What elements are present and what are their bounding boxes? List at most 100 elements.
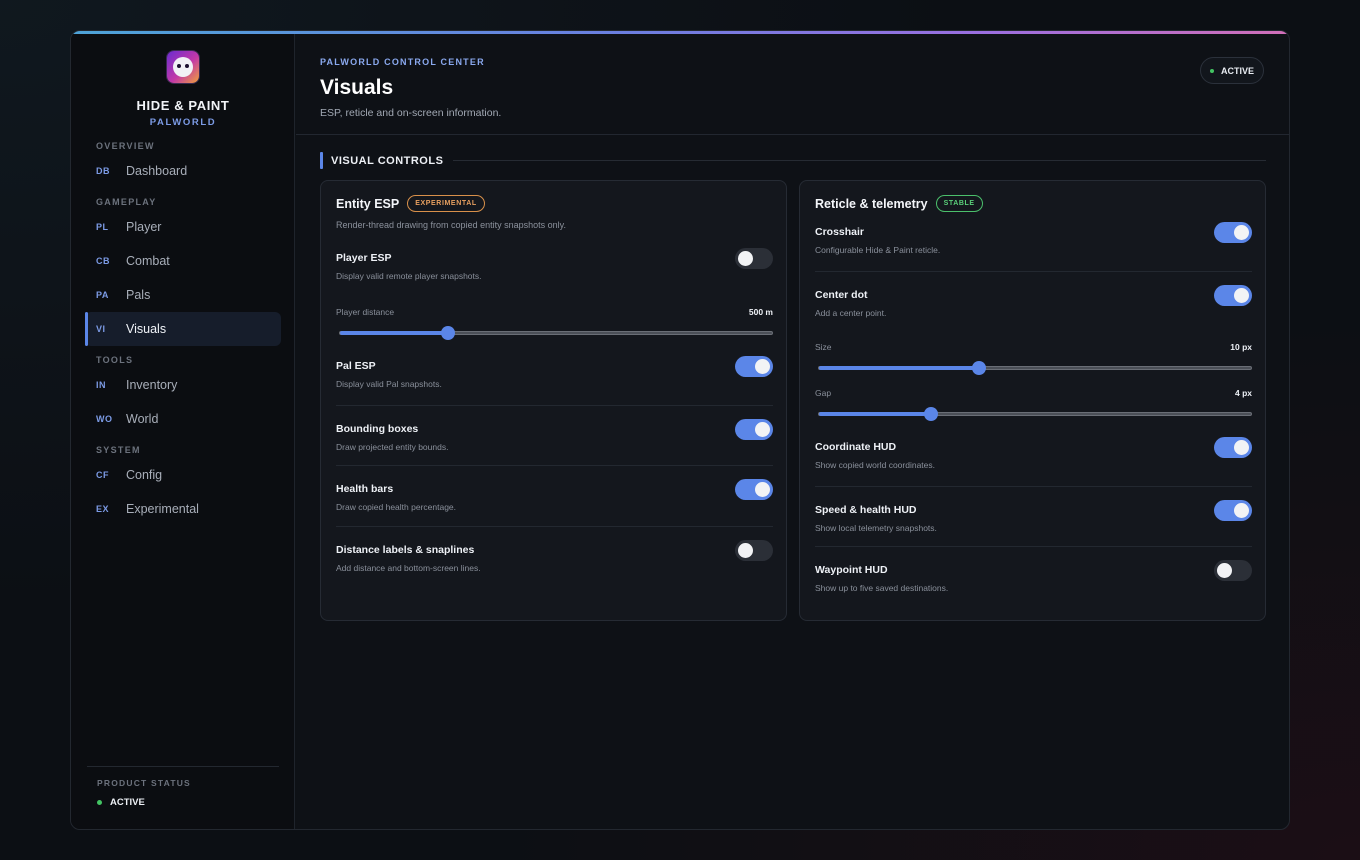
sidebar-item-label: Dashboard: [126, 164, 188, 178]
crosshair-toggle[interactable]: [1214, 222, 1252, 243]
setting-description: Draw projected entity bounds.: [336, 442, 449, 452]
nav-code: CF: [96, 470, 109, 480]
brand-title: HIDE & PAINT: [136, 98, 230, 113]
size-slider[interactable]: [818, 361, 1252, 375]
status-text: ACTIVE: [110, 797, 145, 808]
gap-slider-row: Gap 4 px: [815, 388, 1252, 421]
toggle-knob: [755, 482, 770, 497]
slider-value: 4 px: [1234, 388, 1252, 398]
sidebar-item-player[interactable]: PL Player: [85, 210, 281, 244]
nav-group-tools: TOOLS: [96, 355, 134, 365]
status-badge-label: ACTIVE: [1220, 65, 1254, 76]
page-kicker: PALWORLD CONTROL CENTER: [320, 57, 485, 67]
bounding-boxes-toggle[interactable]: [735, 419, 773, 440]
setting-description: Configurable Hide & Paint reticle.: [815, 245, 941, 255]
setting-description: Show up to five saved destinations.: [815, 583, 949, 593]
sidebar-item-world[interactable]: WO World: [85, 402, 281, 436]
player-distance-slider[interactable]: [339, 326, 773, 340]
status-dot-icon: [97, 800, 102, 805]
slider-value: 10 px: [1230, 342, 1252, 352]
setting-title: Health bars: [336, 483, 394, 495]
sidebar-item-combat[interactable]: CB Combat: [85, 244, 281, 278]
sidebar-item-dashboard[interactable]: DB Dashboard: [85, 154, 281, 188]
coordinate-hud-toggle[interactable]: [1214, 437, 1252, 458]
setting-description: Display valid Pal snapshots.: [336, 379, 442, 389]
sidebar-item-experimental[interactable]: EX Experimental: [85, 492, 281, 526]
setting-title: Speed & health HUD: [815, 504, 917, 516]
stable-badge: STABLE: [935, 195, 983, 212]
sidebar-item-label: World: [126, 412, 159, 426]
nav-code: VI: [96, 324, 106, 334]
slider-thumb[interactable]: [441, 326, 455, 340]
nav-code: CB: [96, 256, 110, 266]
health-bars-toggle[interactable]: [735, 479, 773, 500]
nav-code: PL: [96, 222, 109, 232]
main-content: PALWORLD CONTROL CENTER Visuals ESP, ret…: [296, 34, 1289, 829]
reticle-telemetry-card: Reticle & telemetry STABLE Crosshair Con…: [799, 180, 1266, 621]
setting-crosshair: Crosshair Configurable Hide & Paint reti…: [815, 222, 1252, 255]
nav-group-system: SYSTEM: [96, 445, 141, 455]
sidebar-item-label: Pals: [126, 288, 151, 302]
center-dot-toggle[interactable]: [1214, 285, 1252, 306]
entity-esp-card: Entity ESP EXPERIMENTAL Render-thread dr…: [320, 180, 787, 621]
setting-distance-labels: Distance labels & snaplines Add distance…: [336, 540, 773, 573]
slider-fill: [340, 331, 448, 335]
sidebar-item-label: Combat: [126, 254, 170, 268]
setting-bounding-boxes: Bounding boxes Draw projected entity bou…: [336, 419, 773, 452]
pal-esp-toggle[interactable]: [735, 356, 773, 377]
section-header: VISUAL CONTROLS: [320, 152, 1266, 169]
toggle-knob: [1234, 288, 1249, 303]
page-title: Visuals: [320, 76, 394, 99]
card-description: Render-thread drawing from copied entity…: [336, 220, 566, 230]
setting-title: Waypoint HUD: [815, 564, 888, 576]
card-title-row: Reticle & telemetry STABLE: [815, 195, 983, 212]
setting-description: Display valid remote player snapshots.: [336, 271, 482, 281]
sidebar-item-label: Inventory: [126, 378, 178, 392]
setting-health-bars: Health bars Draw copied health percentag…: [336, 479, 773, 512]
setting-center-dot: Center dot Add a center point.: [815, 285, 1252, 318]
status-badge[interactable]: ACTIVE: [1200, 57, 1264, 84]
sidebar-item-config[interactable]: CF Config: [85, 458, 281, 492]
nav-code: IN: [96, 380, 106, 390]
sidebar-item-visuals[interactable]: VI Visuals: [85, 312, 281, 346]
slider-label: Gap: [815, 388, 832, 398]
sidebar-item-label: Visuals: [126, 322, 167, 336]
setting-title: Distance labels & snaplines: [336, 544, 475, 556]
section-accent-bar: [320, 152, 323, 169]
toggle-knob: [738, 543, 753, 558]
row-divider: [336, 465, 773, 466]
toggle-knob: [1234, 503, 1249, 518]
gap-slider[interactable]: [818, 407, 1252, 421]
nav-code: EX: [96, 504, 110, 514]
setting-title: Coordinate HUD: [815, 441, 897, 453]
section-title: VISUAL CONTROLS: [331, 154, 444, 167]
setting-title: Crosshair: [815, 226, 865, 238]
setting-description: Show copied world coordinates.: [815, 460, 936, 470]
slider-thumb[interactable]: [924, 407, 939, 421]
slider-thumb[interactable]: [971, 361, 986, 375]
sidebar-item-inventory[interactable]: IN Inventory: [85, 368, 281, 402]
brand-subtitle: PALWORLD: [149, 117, 217, 128]
setting-title: Bounding boxes: [336, 423, 419, 435]
row-divider: [815, 546, 1252, 547]
waypoint-hud-toggle[interactable]: [1214, 560, 1252, 581]
setting-title: Pal ESP: [336, 360, 376, 372]
distance-labels-toggle[interactable]: [735, 540, 773, 561]
page-subtitle: ESP, reticle and on-screen information.: [320, 107, 502, 119]
card-title-row: Entity ESP EXPERIMENTAL: [336, 195, 485, 212]
experimental-badge: EXPERIMENTAL: [407, 195, 485, 212]
sidebar-item-label: Experimental: [126, 502, 199, 516]
nav-code: PA: [96, 290, 109, 300]
slider-value: 500 m: [748, 307, 773, 317]
toggle-knob: [1217, 563, 1232, 578]
player-esp-toggle[interactable]: [735, 248, 773, 269]
pal-mascot-icon: [167, 51, 199, 83]
setting-title: Player ESP: [336, 252, 392, 264]
setting-pal-esp: Pal ESP Display valid Pal snapshots.: [336, 356, 773, 389]
speed-health-hud-toggle[interactable]: [1214, 500, 1252, 521]
player-distance-slider-row: Player distance 500 m: [336, 307, 773, 340]
sidebar-item-pals[interactable]: PA Pals: [85, 278, 281, 312]
product-status-value: ACTIVE: [87, 797, 279, 808]
setting-waypoint-hud: Waypoint HUD Show up to five saved desti…: [815, 560, 1252, 593]
slider-fill: [819, 366, 979, 370]
